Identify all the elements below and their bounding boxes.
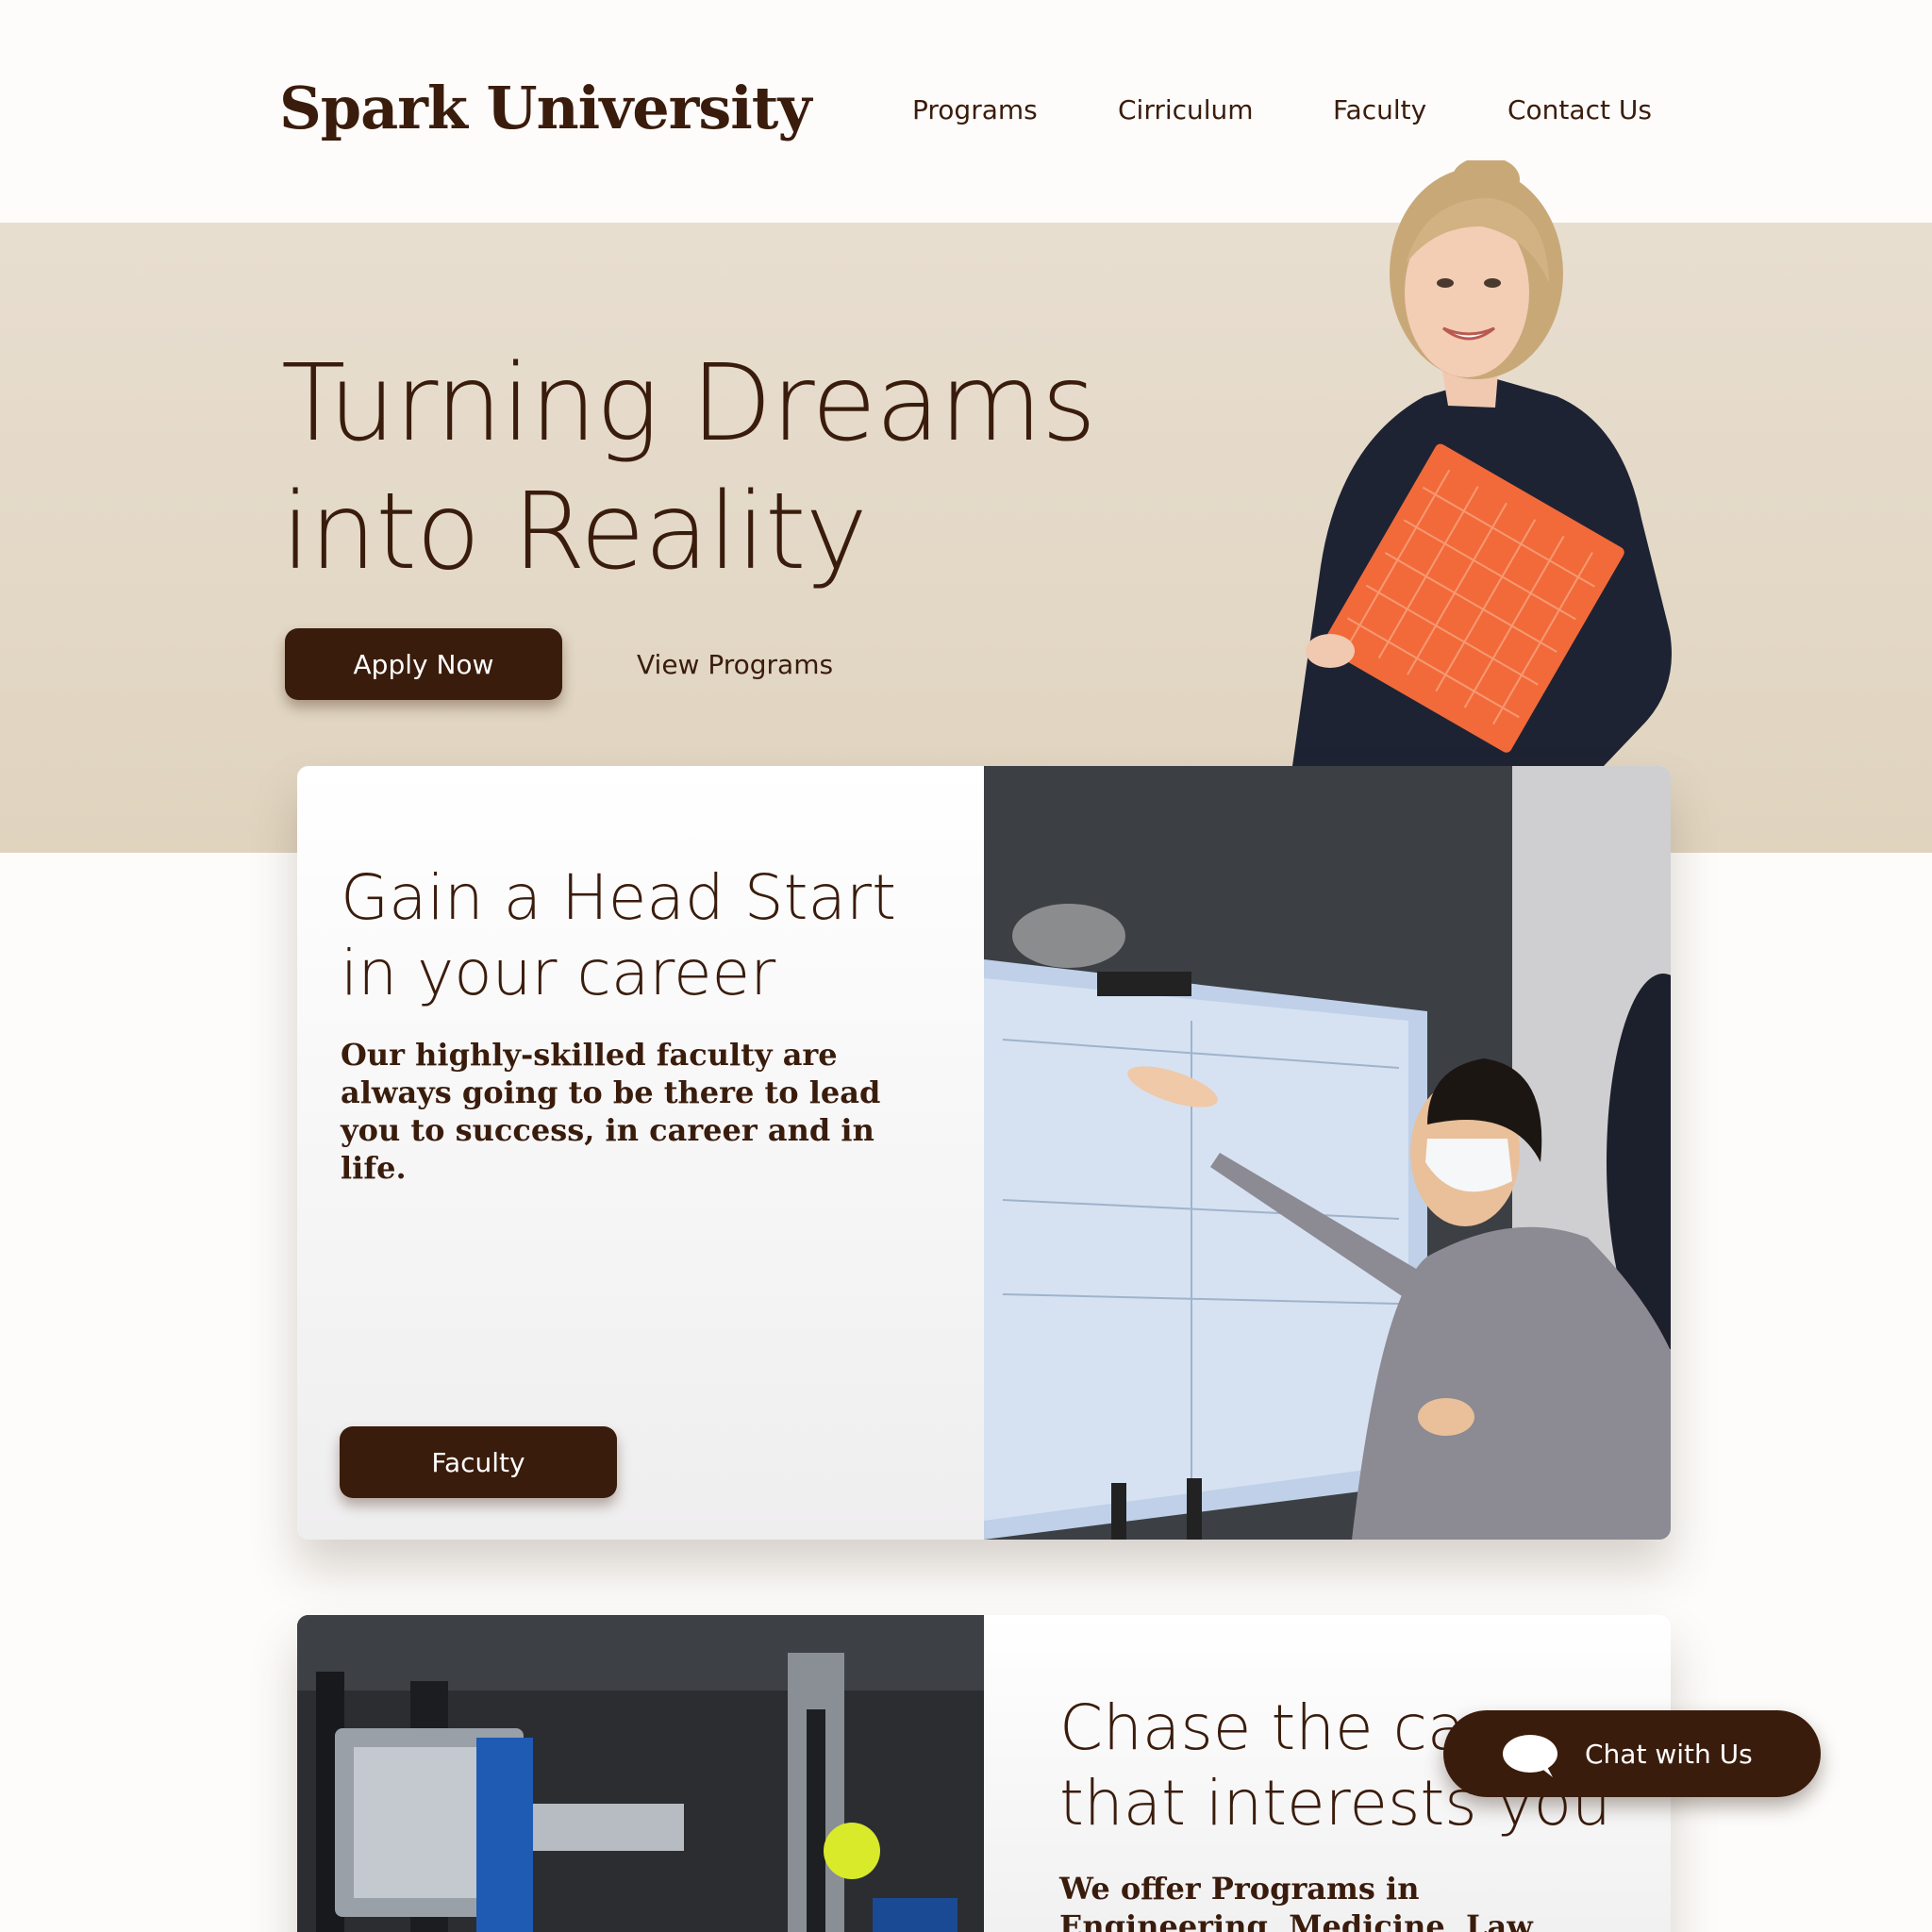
faculty-heading-line-2: in your career <box>341 937 776 1009</box>
faculty-heading-line-1: Gain a Head Start <box>341 861 896 934</box>
chat-label: Chat with Us <box>1585 1739 1753 1770</box>
presentation-photo <box>984 766 1671 1540</box>
site-logo[interactable]: Spark University <box>279 74 811 142</box>
hero-title-line-2: into Reality <box>281 471 868 593</box>
speech-bubble-icon <box>1503 1735 1557 1777</box>
apply-now-button[interactable]: Apply Now <box>285 628 562 700</box>
faculty-card: Gain a Head Start in your career Our hig… <box>297 766 1671 1540</box>
nav-faculty[interactable]: Faculty <box>1333 94 1426 125</box>
faculty-card-heading: Gain a Head Start in your career <box>341 860 896 1011</box>
nav-contact-us[interactable]: Contact Us <box>1507 94 1652 125</box>
nav-programs[interactable]: Programs <box>912 94 1038 125</box>
page: Spark University Programs Cirriculum Fac… <box>0 0 1932 1932</box>
chat-with-us-button[interactable]: Chat with Us <box>1443 1710 1821 1797</box>
programs-card-body: We offer Programs in Engineering, Medici… <box>1059 1871 1541 1932</box>
hero-title: Turning Dreams into Reality <box>281 340 1096 596</box>
view-programs-link[interactable]: View Programs <box>637 649 833 680</box>
robotics-photo <box>297 1615 984 1932</box>
nav-curriculum[interactable]: Cirriculum <box>1118 94 1254 125</box>
student-photo <box>1292 160 1672 766</box>
faculty-button[interactable]: Faculty <box>340 1426 617 1498</box>
hero-title-line-1: Turning Dreams <box>281 342 1096 465</box>
faculty-card-body: Our highly-skilled faculty are always go… <box>341 1037 881 1186</box>
